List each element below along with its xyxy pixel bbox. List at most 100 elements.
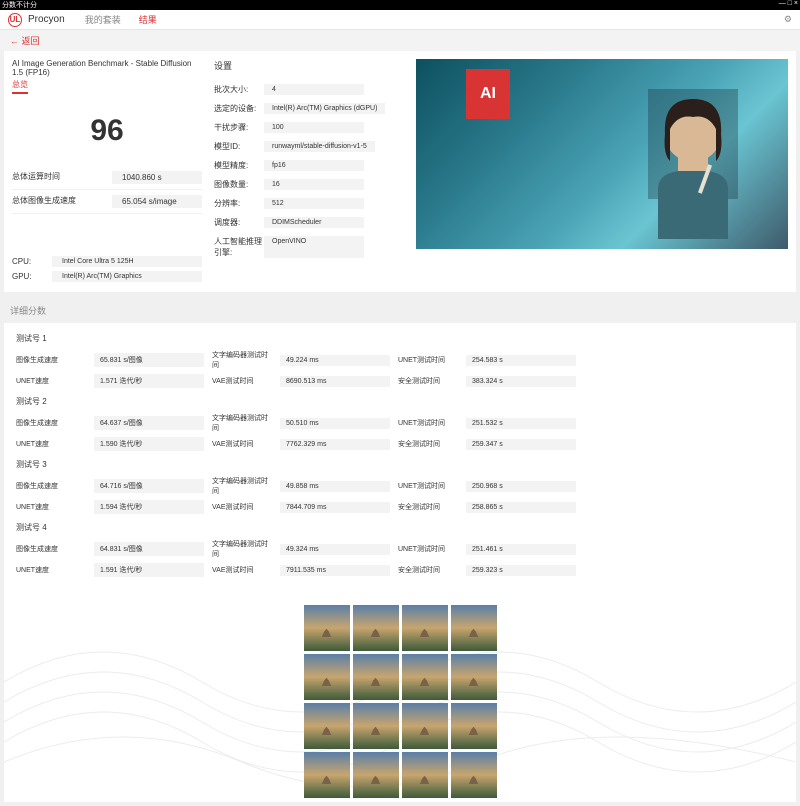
run-block: 测试号 1 图像生成速度 65.831 s/图像 文字编码器测试时间 49.22… [16,333,784,388]
gen-speed-value: 65.054 s/image [112,195,202,208]
gallery-thumb[interactable] [353,654,399,700]
back-button[interactable]: ← 返回 [10,36,40,46]
gallery-thumb[interactable] [353,752,399,798]
unet-speed-value: 1.594 迭代/秒 [94,500,204,514]
menubar: UL Procyon 我的套装 结果 ⚙ [0,10,800,30]
safety-value: 258.865 s [466,502,576,513]
window-controls[interactable]: — □ × [779,0,798,10]
img-speed-value: 64.831 s/图像 [94,542,204,556]
settings-header: 设置 [214,59,404,72]
gallery-thumb[interactable] [402,703,448,749]
gallery-thumb[interactable] [451,605,497,651]
gallery-thumb[interactable] [451,752,497,798]
text-enc-label: 文字编码器测试时间 [212,413,272,433]
scheduler-value: DDIMScheduler [264,217,364,228]
gallery-thumb[interactable] [402,654,448,700]
gallery-thumb[interactable] [451,654,497,700]
text-enc-label: 文字编码器测试时间 [212,350,272,370]
run-title: 测试号 1 [16,333,784,344]
gallery-thumb[interactable] [402,752,448,798]
resolution-value: 512 [264,198,364,209]
vae-label: VAE测试时间 [212,376,272,386]
unet-speed-value: 1.591 迭代/秒 [94,563,204,577]
run-block: 测试号 4 图像生成速度 64.831 s/图像 文字编码器测试时间 49.32… [16,522,784,577]
safety-label: 安全测试时间 [398,439,458,449]
vae-label: VAE测试时间 [212,439,272,449]
cpu-label: CPU: [12,257,52,266]
text-enc-label: 文字编码器测试时间 [212,476,272,496]
safety-label: 安全测试时间 [398,502,458,512]
steps-label: 干扰步骤: [214,122,264,133]
tab-results[interactable]: 结果 [139,13,157,26]
vae-value: 7762.329 ms [280,439,390,450]
gallery-wrap [4,597,796,802]
ul-logo-icon: UL [8,13,22,27]
unet-speed-label: UNET速度 [16,439,86,449]
unet-time-value: 250.968 s [466,481,576,492]
titlebar: 分数不计分 — □ × [0,0,800,10]
resolution-label: 分辨率: [214,198,264,209]
img-speed-label: 图像生成速度 [16,481,86,491]
hardware-info: CPU: Intel Core Ultra 5 125H GPU: Intel(… [12,254,202,284]
details-header: 详细分数 [0,298,800,323]
device-label: 选定的设备: [214,103,264,114]
hero-image: AI [416,59,788,249]
total-time-label: 总体运算时间 [12,171,60,184]
gallery-thumb[interactable] [304,703,350,749]
gen-speed-label: 总体图像生成速度 [12,195,76,208]
gallery-thumb[interactable] [304,752,350,798]
unet-time-label: UNET测试时间 [398,544,458,554]
engine-value: OpenVINO [264,236,364,258]
vae-value: 8690.513 ms [280,376,390,387]
settings-icon[interactable]: ⚙ [784,14,792,25]
unet-speed-label: UNET速度 [16,565,86,575]
vae-value: 7844.709 ms [280,502,390,513]
safety-value: 259.347 s [466,439,576,450]
unet-speed-value: 1.571 迭代/秒 [94,374,204,388]
benchmark-title: AI Image Generation Benchmark - Stable D… [12,59,202,77]
unet-time-value: 251.461 s [466,544,576,555]
text-enc-value: 50.510 ms [280,418,390,429]
titlebar-left: 分数不计分 [2,0,37,10]
total-time-value: 1040.860 s [112,171,202,184]
overview-subtab[interactable]: 总览 [12,79,28,94]
gpu-label: GPU: [12,272,52,281]
batch-size-label: 批次大小: [214,84,264,95]
engine-label: 人工智能推理引擎: [214,236,264,258]
tab-suite[interactable]: 我的套装 [85,13,121,26]
gallery-thumb[interactable] [304,605,350,651]
gallery-thumb[interactable] [402,605,448,651]
text-enc-value: 49.858 ms [280,481,390,492]
model-id-label: 模型ID: [214,141,264,152]
cpu-value: Intel Core Ultra 5 125H [52,256,202,267]
gallery-thumb[interactable] [451,703,497,749]
safety-label: 安全测试时间 [398,376,458,386]
unet-time-value: 251.532 s [466,418,576,429]
vae-value: 7911.535 ms [280,565,390,576]
gallery-thumb[interactable] [353,703,399,749]
steps-value: 100 [264,122,364,133]
safety-value: 259.323 s [466,565,576,576]
images-label: 图像数量: [214,179,264,190]
img-speed-value: 64.716 s/图像 [94,479,204,493]
run-title: 测试号 3 [16,459,784,470]
precision-value: fp16 [264,160,364,171]
ai-badge-icon: AI [466,69,510,119]
img-speed-label: 图像生成速度 [16,355,86,365]
unet-speed-value: 1.590 迭代/秒 [94,437,204,451]
unet-speed-label: UNET速度 [16,376,86,386]
gallery-thumb[interactable] [304,654,350,700]
text-enc-value: 49.324 ms [280,544,390,555]
gallery-thumb[interactable] [353,605,399,651]
images-value: 16 [264,179,364,190]
back-row: ← 返回 [0,30,800,51]
image-gallery [4,597,796,802]
hero-person-graphic [628,79,758,239]
img-speed-label: 图像生成速度 [16,544,86,554]
img-speed-value: 65.831 s/图像 [94,353,204,367]
run-title: 测试号 2 [16,396,784,407]
scheduler-label: 调度器: [214,217,264,228]
run-title: 测试号 4 [16,522,784,533]
batch-size-value: 4 [264,84,364,95]
model-id-value: runwayml/stable-diffusion-v1-5 [264,141,375,152]
